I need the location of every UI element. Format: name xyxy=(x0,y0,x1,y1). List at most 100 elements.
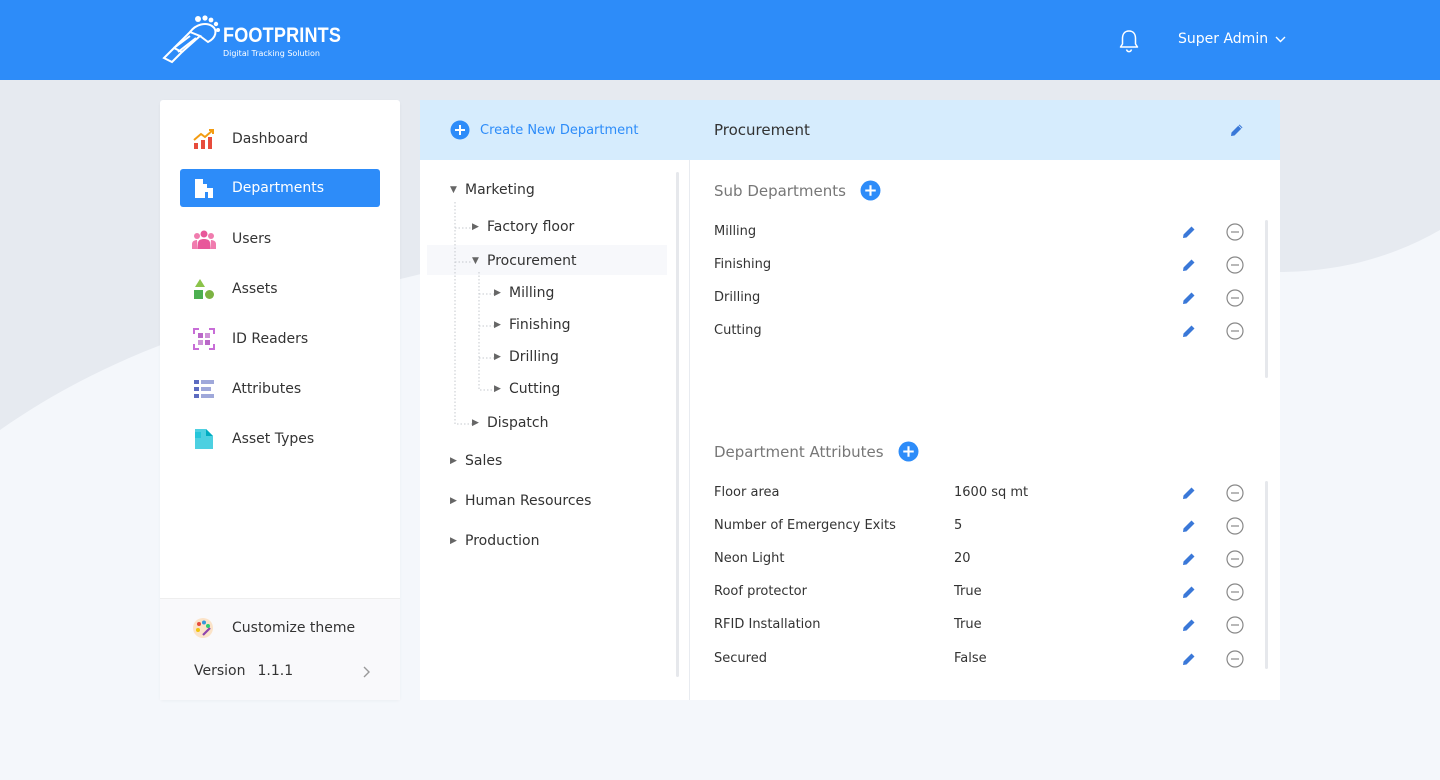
sidebar-item-assets[interactable]: Assets xyxy=(180,270,380,308)
brand-logo[interactable]: FOOTPRINTS Digital Tracking Solution xyxy=(160,14,341,66)
remove-circle-icon[interactable] xyxy=(1226,517,1244,535)
attribute-name: Neon Light xyxy=(714,551,785,566)
customize-theme-button[interactable]: Customize theme xyxy=(192,617,355,639)
version-row[interactable]: Version 1.1.1 xyxy=(194,663,374,679)
caret-down-icon: ▼ xyxy=(472,256,479,266)
remove-circle-icon[interactable] xyxy=(1226,583,1244,601)
edit-department-pencil-icon[interactable] xyxy=(1230,123,1244,137)
sidebar: Dashboard Departments Users Assets ID Re… xyxy=(160,100,400,700)
remove-circle-icon[interactable] xyxy=(1226,484,1244,502)
department-attributes-title: Department Attributes xyxy=(714,442,884,461)
sub-department-row: Finishing xyxy=(714,255,1244,275)
brand-tagline: Digital Tracking Solution xyxy=(223,49,320,58)
sub-department-row: Milling xyxy=(714,222,1244,242)
attribute-name: Number of Emergency Exits xyxy=(714,518,896,533)
tree-node-dispatch[interactable]: ▶ Dispatch xyxy=(472,415,549,431)
detail-header: Procurement xyxy=(690,100,1280,160)
customize-theme-label: Customize theme xyxy=(232,620,356,636)
sidebar-footer: Customize theme Version 1.1.1 xyxy=(160,598,400,700)
list-icon xyxy=(192,377,216,401)
tree-node-production[interactable]: ▶ Production xyxy=(450,533,539,549)
sidebar-item-attributes[interactable]: Attributes xyxy=(180,370,380,408)
tree-node-label: Finishing xyxy=(509,317,571,333)
sub-departments-scrollbar[interactable] xyxy=(1265,220,1268,378)
chevron-right-icon xyxy=(363,666,370,678)
add-attribute-icon[interactable] xyxy=(898,441,919,462)
attribute-value: False xyxy=(954,651,987,666)
attribute-value: True xyxy=(954,584,982,599)
tree-node-milling[interactable]: ▶ Milling xyxy=(494,285,554,301)
caret-right-icon: ▶ xyxy=(494,288,501,298)
attributes-scrollbar[interactable] xyxy=(1265,481,1268,669)
pencil-icon[interactable] xyxy=(1182,291,1196,305)
pencil-icon[interactable] xyxy=(1182,258,1196,272)
add-sub-department-icon[interactable] xyxy=(860,180,881,201)
attribute-name: Floor area xyxy=(714,485,780,500)
shapes-icon xyxy=(192,277,216,301)
tree-node-drilling[interactable]: ▶ Drilling xyxy=(494,349,559,365)
pencil-icon[interactable] xyxy=(1182,225,1196,239)
sub-department-name: Cutting xyxy=(714,323,762,338)
tree-node-factory-floor[interactable]: ▶ Factory floor xyxy=(472,219,574,235)
brand-name: FOOTPRINTS xyxy=(223,24,342,47)
tree-node-cutting[interactable]: ▶ Cutting xyxy=(494,381,560,397)
sub-departments-title: Sub Departments xyxy=(714,181,846,200)
tree-node-label: Sales xyxy=(465,453,503,469)
palette-icon xyxy=(193,618,213,638)
sidebar-item-dashboard[interactable]: Dashboard xyxy=(180,120,380,158)
remove-circle-icon[interactable] xyxy=(1226,256,1244,274)
caret-right-icon: ▶ xyxy=(494,320,501,330)
caret-right-icon: ▶ xyxy=(494,384,501,394)
sub-department-row: Drilling xyxy=(714,288,1244,308)
sub-department-name: Finishing xyxy=(714,257,772,272)
pencil-icon[interactable] xyxy=(1182,486,1196,500)
remove-circle-icon[interactable] xyxy=(1226,322,1244,340)
user-name: Super Admin xyxy=(1178,31,1269,47)
sub-department-name: Drilling xyxy=(714,290,761,305)
tree-node-label: Milling xyxy=(509,285,555,301)
tree-node-label: Cutting xyxy=(509,381,561,397)
tree-scrollbar[interactable] xyxy=(676,172,679,677)
pencil-icon[interactable] xyxy=(1182,324,1196,338)
sidebar-item-id-readers[interactable]: ID Readers xyxy=(180,320,380,358)
tree-node-human-resources[interactable]: ▶ Human Resources xyxy=(450,493,591,509)
sidebar-item-label: Assets xyxy=(232,281,278,297)
attribute-name: Secured xyxy=(714,651,767,666)
tree-node-label: Marketing xyxy=(465,182,535,198)
attribute-row: Number of Emergency Exits 5 xyxy=(714,516,1244,536)
sidebar-item-departments[interactable]: Departments xyxy=(180,169,380,207)
version-label: Version xyxy=(194,663,246,679)
caret-right-icon: ▶ xyxy=(450,456,457,466)
remove-circle-icon[interactable] xyxy=(1226,650,1244,668)
department-attributes-heading: Department Attributes xyxy=(714,441,919,462)
pencil-icon[interactable] xyxy=(1182,552,1196,566)
attribute-row: Secured False xyxy=(714,649,1244,669)
remove-circle-icon[interactable] xyxy=(1226,289,1244,307)
pencil-icon[interactable] xyxy=(1182,618,1196,632)
footprint-logo-icon xyxy=(162,15,220,64)
sidebar-item-label: Asset Types xyxy=(232,431,315,447)
sidebar-item-asset-types[interactable]: Asset Types xyxy=(180,420,380,458)
remove-circle-icon[interactable] xyxy=(1226,550,1244,568)
user-menu[interactable]: Super Admin xyxy=(1178,31,1286,47)
bell-icon[interactable] xyxy=(1118,29,1140,53)
tree-node-finishing[interactable]: ▶ Finishing xyxy=(494,317,571,333)
pencil-icon[interactable] xyxy=(1182,585,1196,599)
remove-circle-icon[interactable] xyxy=(1226,223,1244,241)
attribute-row: Neon Light 20 xyxy=(714,549,1244,569)
sidebar-item-label: Departments xyxy=(232,180,325,196)
department-title: Procurement xyxy=(714,121,810,139)
sidebar-item-users[interactable]: Users xyxy=(180,220,380,258)
caret-right-icon: ▶ xyxy=(450,496,457,506)
tree-node-label: Dispatch xyxy=(487,415,549,431)
attribute-row: RFID Installation True xyxy=(714,615,1244,635)
version-value: 1.1.1 xyxy=(257,663,294,679)
pencil-icon[interactable] xyxy=(1182,519,1196,533)
tree-node-marketing[interactable]: ▼ Marketing xyxy=(450,182,535,198)
sidebar-item-label: Dashboard xyxy=(232,131,308,147)
tree-node-sales[interactable]: ▶ Sales xyxy=(450,453,502,469)
chevron-down-icon xyxy=(1275,36,1286,42)
tree-node-procurement[interactable]: ▼ Procurement xyxy=(472,253,576,269)
remove-circle-icon[interactable] xyxy=(1226,616,1244,634)
pencil-icon[interactable] xyxy=(1182,652,1196,666)
